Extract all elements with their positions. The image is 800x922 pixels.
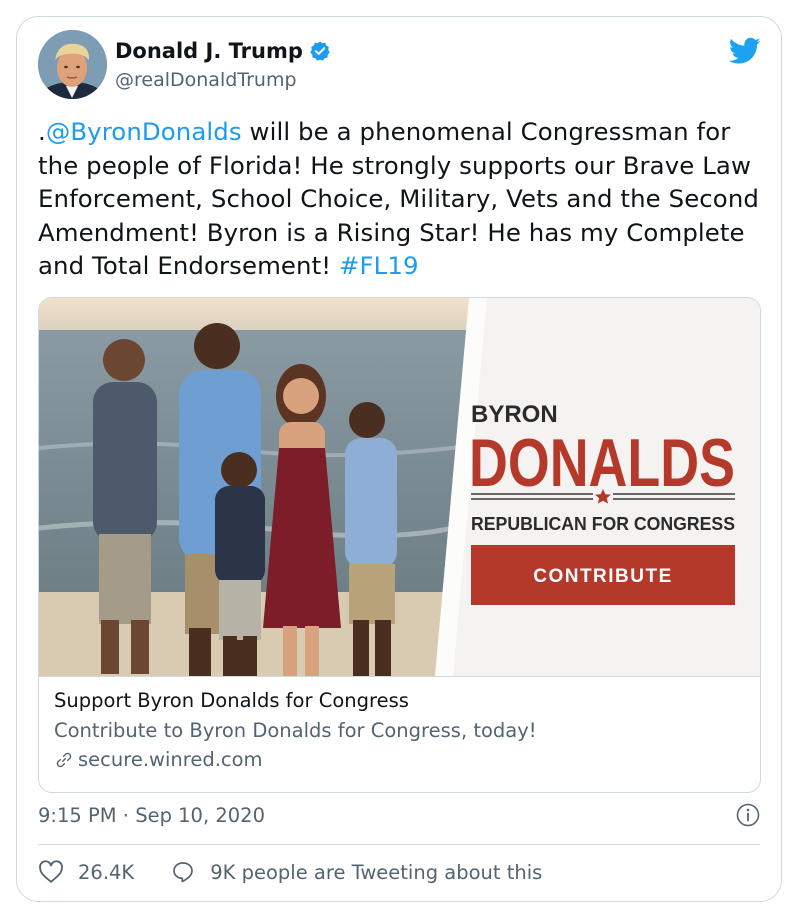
author-name[interactable]: Donald J. Trump [115, 39, 303, 63]
hashtag-link[interactable]: #FL19 [339, 251, 419, 280]
contribute-button-label: CONTRIBUTE [533, 566, 673, 587]
tweet-time: 9:15 PM [38, 804, 117, 827]
link-preview-card[interactable]: BYRON DONALDS REPUBLICAN FOR CONGRESS CO… [38, 297, 761, 793]
author-name-row: Donald J. Trump [115, 39, 331, 63]
tweet-timestamp[interactable]: 9:15 PM · Sep 10, 2020 [38, 804, 265, 827]
verified-badge-icon [310, 41, 330, 61]
banner-last-name: DONALDS [469, 425, 735, 501]
tweeting-about-text: 9K people are Tweeting about this [210, 860, 543, 884]
divider [38, 844, 760, 845]
card-image[interactable]: BYRON DONALDS REPUBLICAN FOR CONGRESS CO… [39, 298, 760, 676]
mention-link[interactable]: @ByronDonalds [46, 117, 242, 146]
twitter-bird-icon[interactable] [729, 37, 761, 65]
banner-first-name: BYRON [471, 401, 558, 428]
banner-tagline: REPUBLICAN FOR CONGRESS [471, 514, 735, 534]
tweet-text-prefix: . [38, 117, 46, 146]
link-icon [56, 752, 72, 767]
tweet-actions: 26.4K 9K people are Tweeting about this [38, 860, 542, 884]
tweet-date: Sep 10, 2020 [135, 804, 265, 827]
avatar-photo [38, 30, 107, 99]
author-handle[interactable]: @realDonaldTrump [115, 69, 297, 91]
card-info[interactable]: Support Byron Donalds for Congress Contr… [39, 676, 760, 792]
tweet-card: Donald J. Trump @realDonaldTrump .@Byron… [16, 16, 782, 902]
like-action[interactable]: 26.4K [38, 860, 134, 884]
reply-action[interactable]: 9K people are Tweeting about this [170, 860, 542, 884]
tweet-text: .@ByronDonalds will be a phenomenal Cong… [38, 115, 768, 283]
like-count: 26.4K [78, 860, 135, 884]
heart-icon[interactable] [38, 860, 64, 884]
info-icon[interactable] [736, 803, 760, 827]
card-title: Support Byron Donalds for Congress [54, 689, 409, 712]
contribute-button[interactable]: CONTRIBUTE [471, 545, 735, 605]
speech-bubble-icon[interactable] [170, 860, 196, 884]
card-description: Contribute to Byron Donalds for Congress… [54, 719, 537, 742]
author-avatar[interactable] [38, 30, 107, 99]
card-domain-text: secure.winred.com [78, 748, 263, 771]
timestamp-separator: · [116, 804, 136, 827]
card-domain: secure.winred.com [54, 748, 263, 771]
